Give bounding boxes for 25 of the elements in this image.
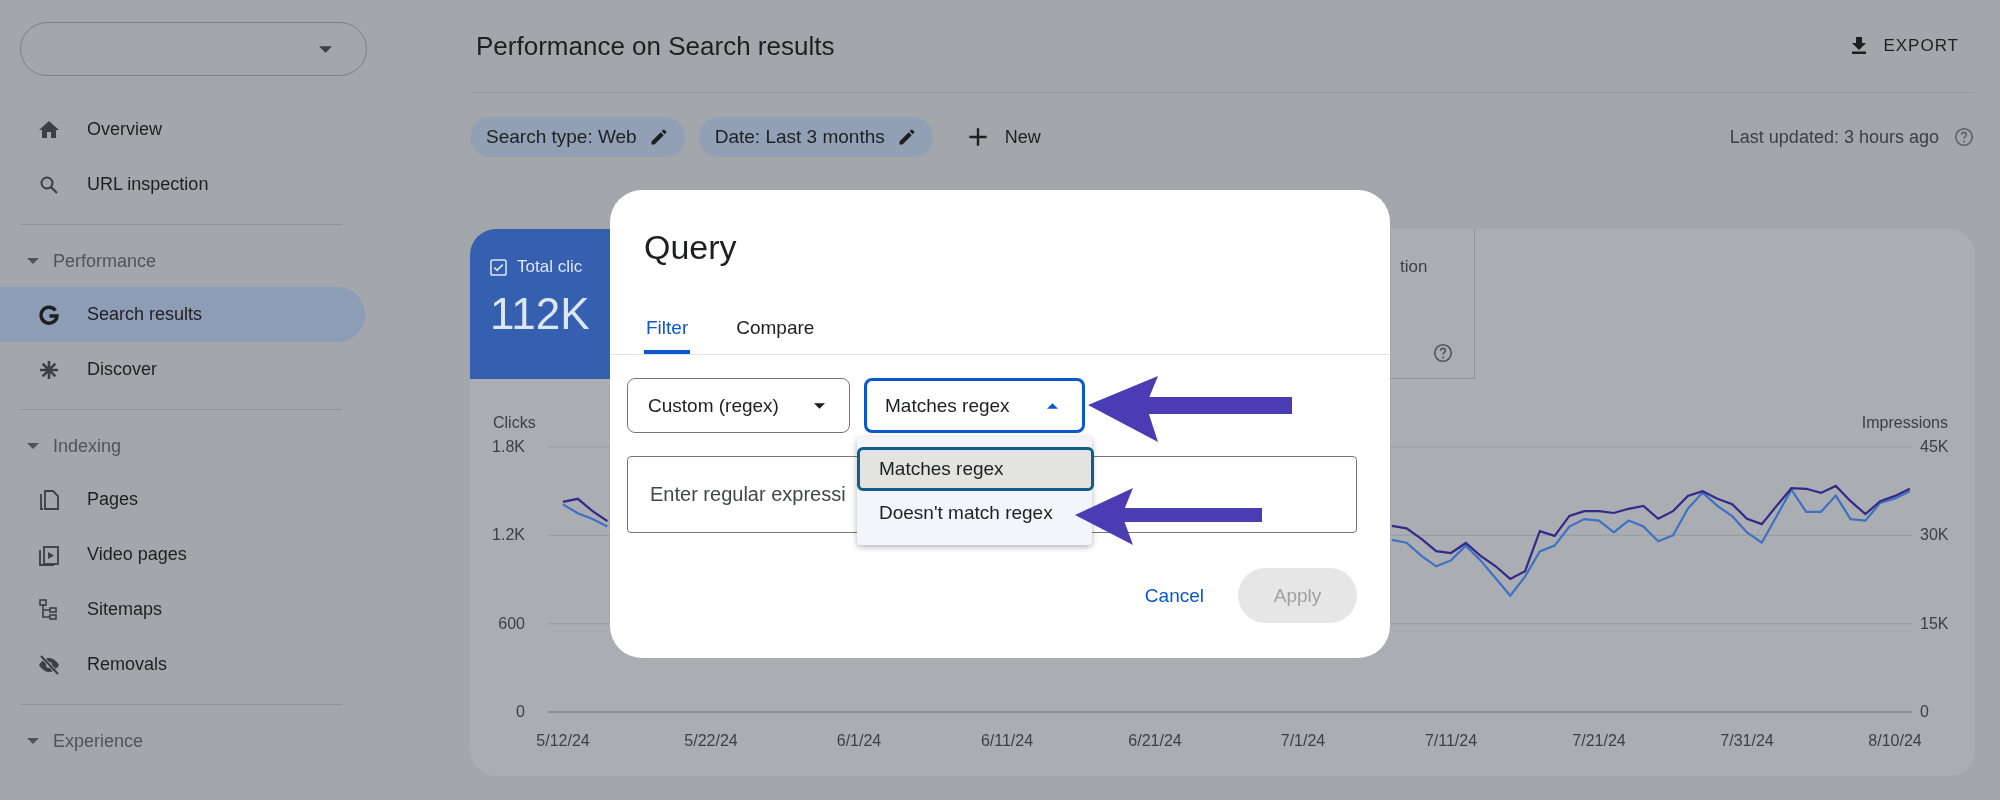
axis-label: 7/31/24 <box>1720 732 1774 749</box>
axis-label: 0 <box>1920 703 1929 720</box>
axis-label: 1.8K <box>492 438 525 455</box>
axis-label: 7/1/24 <box>1280 732 1326 749</box>
page-title: Performance on Search results <box>476 30 835 62</box>
axis-label: 600 <box>498 614 525 632</box>
axis-label: 7/21/24 <box>1572 732 1626 749</box>
axis-title: Clicks <box>493 414 536 431</box>
axis-label: 30K <box>1920 526 1949 544</box>
axis-label: 5/12/24 <box>536 732 590 749</box>
last-updated-text: Last updated: 3 hours ago <box>1729 126 1939 148</box>
axis-label: 6/1/24 <box>836 732 882 749</box>
axis-label: 1.2K <box>492 526 525 544</box>
metric-label: tion <box>1400 257 1428 277</box>
axis-label: 45K <box>1920 438 1949 455</box>
axis-label: 0 <box>516 703 525 720</box>
axis-label: 6/21/24 <box>1128 732 1182 749</box>
axis-label: 7/11/24 <box>1424 732 1478 749</box>
axis-label: 6/11/24 <box>980 732 1034 749</box>
metric-value: 112K <box>490 289 590 339</box>
metric-label: Total clic <box>517 257 583 277</box>
axis-label: 15K <box>1920 614 1949 632</box>
axis-label: 5/22/24 <box>684 732 738 749</box>
axis-title: Impressions <box>1861 414 1948 431</box>
axis-label: 8/10/24 <box>1868 732 1922 749</box>
